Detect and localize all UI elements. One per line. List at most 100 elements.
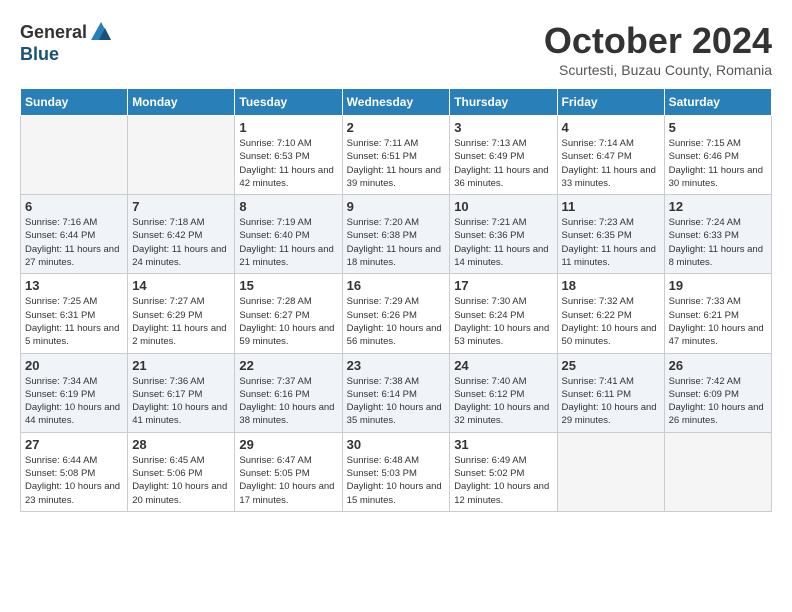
cell-info: Sunrise: 7:33 AMSunset: 6:21 PMDaylight:… [669,295,767,348]
day-header-wednesday: Wednesday [342,89,450,116]
day-number: 27 [25,437,123,452]
page-header: General Blue October 2024 Scurtesti, Buz… [20,20,772,78]
day-number: 20 [25,358,123,373]
calendar-week-row: 6Sunrise: 7:16 AMSunset: 6:44 PMDaylight… [21,195,772,274]
day-number: 9 [347,199,446,214]
calendar-cell [664,432,771,511]
title-section: October 2024 Scurtesti, Buzau County, Ro… [544,20,772,78]
day-number: 22 [239,358,337,373]
cell-info: Sunrise: 6:48 AMSunset: 5:03 PMDaylight:… [347,454,446,507]
calendar-cell: 22 Sunrise: 7:37 AMSunset: 6:16 PMDayligh… [235,353,342,432]
day-number: 12 [669,199,767,214]
cell-info: Sunrise: 7:21 AMSunset: 6:36 PMDaylight:… [454,216,552,269]
day-number: 1 [239,120,337,135]
cell-info: Sunrise: 7:34 AMSunset: 6:19 PMDaylight:… [25,375,123,428]
cell-info: Sunrise: 7:20 AMSunset: 6:38 PMDaylight:… [347,216,446,269]
day-number: 7 [132,199,230,214]
calendar-cell: 9 Sunrise: 7:20 AMSunset: 6:38 PMDaylight… [342,195,450,274]
day-number: 4 [562,120,660,135]
cell-info: Sunrise: 7:18 AMSunset: 6:42 PMDaylight:… [132,216,230,269]
calendar-table: SundayMondayTuesdayWednesdayThursdayFrid… [20,88,772,512]
calendar-cell [557,432,664,511]
calendar-cell: 17 Sunrise: 7:30 AMSunset: 6:24 PMDayligh… [450,274,557,353]
calendar-cell: 14 Sunrise: 7:27 AMSunset: 6:29 PMDayligh… [128,274,235,353]
calendar-header-row: SundayMondayTuesdayWednesdayThursdayFrid… [21,89,772,116]
day-header-tuesday: Tuesday [235,89,342,116]
day-header-friday: Friday [557,89,664,116]
day-number: 17 [454,278,552,293]
calendar-cell: 12Sunrise: 7:24 AMSunset: 6:33 PMDayligh… [664,195,771,274]
location: Scurtesti, Buzau County, Romania [544,62,772,78]
calendar-cell: 23Sunrise: 7:38 AMSunset: 6:14 PMDayligh… [342,353,450,432]
day-number: 13 [25,278,123,293]
day-header-thursday: Thursday [450,89,557,116]
cell-info: Sunrise: 7:10 AMSunset: 6:53 PMDaylight:… [239,137,337,190]
calendar-cell: 8Sunrise: 7:19 AMSunset: 6:40 PMDaylight… [235,195,342,274]
calendar-cell: 31 Sunrise: 6:49 AMSunset: 5:02 PMDayligh… [450,432,557,511]
cell-info: Sunrise: 7:30 AMSunset: 6:24 PMDaylight:… [454,295,552,348]
day-number: 6 [25,199,123,214]
logo-icon [89,20,113,44]
logo-general: General [20,22,87,43]
calendar-week-row: 20 Sunrise: 7:34 AMSunset: 6:19 PMDayligh… [21,353,772,432]
cell-info: Sunrise: 7:37 AMSunset: 6:16 PMDaylight:… [239,375,337,428]
day-number: 19 [669,278,767,293]
calendar-cell: 30 Sunrise: 6:48 AMSunset: 5:03 PMDayligh… [342,432,450,511]
cell-info: Sunrise: 7:40 AMSunset: 6:12 PMDaylight:… [454,375,552,428]
cell-info: Sunrise: 7:14 AMSunset: 6:47 PMDaylight:… [562,137,660,190]
cell-info: Sunrise: 7:38 AMSunset: 6:14 PMDaylight:… [347,375,446,428]
day-number: 21 [132,358,230,373]
calendar-cell: 10Sunrise: 7:21 AMSunset: 6:36 PMDayligh… [450,195,557,274]
cell-info: Sunrise: 7:11 AMSunset: 6:51 PMDaylight:… [347,137,446,190]
calendar-cell [128,116,235,195]
cell-info: Sunrise: 7:32 AMSunset: 6:22 PMDaylight:… [562,295,660,348]
logo: General Blue [20,20,113,65]
day-header-saturday: Saturday [664,89,771,116]
calendar-cell: 28Sunrise: 6:45 AMSunset: 5:06 PMDayligh… [128,432,235,511]
day-number: 31 [454,437,552,452]
calendar-cell: 19 Sunrise: 7:33 AMSunset: 6:21 PMDayligh… [664,274,771,353]
cell-info: Sunrise: 6:45 AMSunset: 5:06 PMDaylight:… [132,454,230,507]
month-title: October 2024 [544,20,772,62]
day-header-sunday: Sunday [21,89,128,116]
calendar-cell: 2 Sunrise: 7:11 AMSunset: 6:51 PMDaylight… [342,116,450,195]
cell-info: Sunrise: 7:27 AMSunset: 6:29 PMDaylight:… [132,295,230,348]
calendar-cell: 7 Sunrise: 7:18 AMSunset: 6:42 PMDaylight… [128,195,235,274]
day-number: 26 [669,358,767,373]
cell-info: Sunrise: 7:36 AMSunset: 6:17 PMDaylight:… [132,375,230,428]
cell-info: Sunrise: 7:29 AMSunset: 6:26 PMDaylight:… [347,295,446,348]
calendar-cell: 16 Sunrise: 7:29 AMSunset: 6:26 PMDayligh… [342,274,450,353]
calendar-cell: 24Sunrise: 7:40 AMSunset: 6:12 PMDayligh… [450,353,557,432]
day-number: 15 [239,278,337,293]
calendar-cell: 6Sunrise: 7:16 AMSunset: 6:44 PMDaylight… [21,195,128,274]
cell-info: Sunrise: 7:13 AMSunset: 6:49 PMDaylight:… [454,137,552,190]
calendar-cell [21,116,128,195]
calendar-cell: 29 Sunrise: 6:47 AMSunset: 5:05 PMDayligh… [235,432,342,511]
cell-info: Sunrise: 7:41 AMSunset: 6:11 PMDaylight:… [562,375,660,428]
calendar-cell: 3 Sunrise: 7:13 AMSunset: 6:49 PMDaylight… [450,116,557,195]
cell-info: Sunrise: 6:44 AMSunset: 5:08 PMDaylight:… [25,454,123,507]
calendar-cell: 4 Sunrise: 7:14 AMSunset: 6:47 PMDaylight… [557,116,664,195]
cell-info: Sunrise: 6:47 AMSunset: 5:05 PMDaylight:… [239,454,337,507]
day-number: 11 [562,199,660,214]
calendar-cell: 21 Sunrise: 7:36 AMSunset: 6:17 PMDayligh… [128,353,235,432]
calendar-cell: 26Sunrise: 7:42 AMSunset: 6:09 PMDayligh… [664,353,771,432]
day-number: 2 [347,120,446,135]
cell-info: Sunrise: 6:49 AMSunset: 5:02 PMDaylight:… [454,454,552,507]
cell-info: Sunrise: 7:19 AMSunset: 6:40 PMDaylight:… [239,216,337,269]
calendar-week-row: 27 Sunrise: 6:44 AMSunset: 5:08 PMDayligh… [21,432,772,511]
day-header-monday: Monday [128,89,235,116]
calendar-cell: 27 Sunrise: 6:44 AMSunset: 5:08 PMDayligh… [21,432,128,511]
day-number: 14 [132,278,230,293]
day-number: 16 [347,278,446,293]
cell-info: Sunrise: 7:25 AMSunset: 6:31 PMDaylight:… [25,295,123,348]
day-number: 5 [669,120,767,135]
day-number: 3 [454,120,552,135]
day-number: 30 [347,437,446,452]
cell-info: Sunrise: 7:28 AMSunset: 6:27 PMDaylight:… [239,295,337,348]
day-number: 25 [562,358,660,373]
day-number: 29 [239,437,337,452]
calendar-cell: 15 Sunrise: 7:28 AMSunset: 6:27 PMDayligh… [235,274,342,353]
calendar-cell: 13 Sunrise: 7:25 AMSunset: 6:31 PMDayligh… [21,274,128,353]
day-number: 18 [562,278,660,293]
